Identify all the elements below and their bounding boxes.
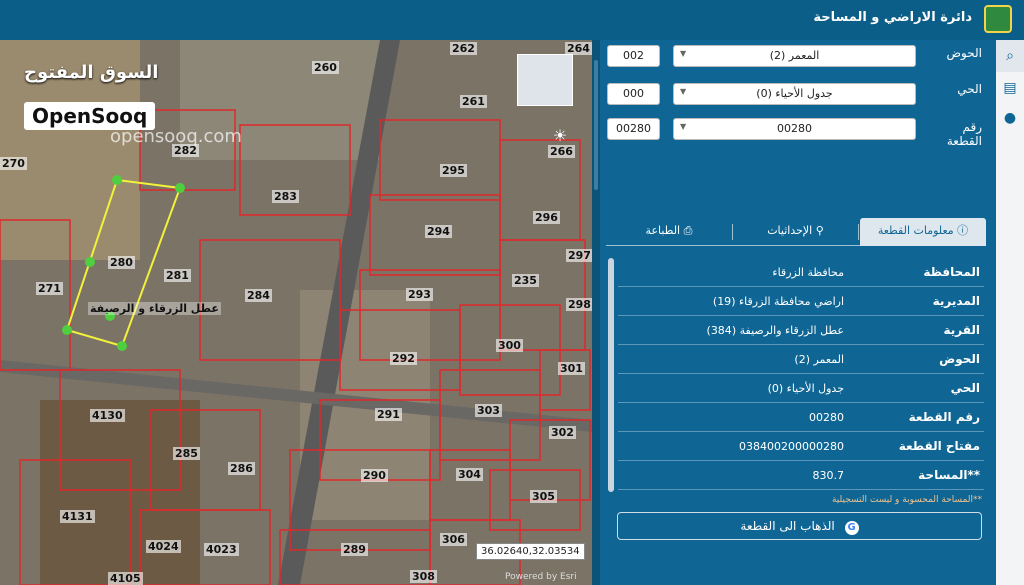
parcel-label: 281 xyxy=(164,269,191,282)
map-view[interactable]: السوق المفتوح OpenSooq opensooq.com ☀ 26… xyxy=(0,40,592,585)
info-row-parcel-key: مفتاح القطعة 038400200000280 xyxy=(618,433,984,461)
parcel-label: 266 xyxy=(548,145,575,158)
parcel-code-input[interactable]: 00280 xyxy=(607,118,660,140)
parcel-label: 308 xyxy=(410,570,437,583)
parcel-label: 282 xyxy=(172,144,199,157)
area-footnote: **المساحة المحسوبة و ليست التسجيلية xyxy=(831,495,982,505)
chevron-down-icon: ▼ xyxy=(680,87,687,96)
info-row-governorate: المحافظة محافظة الزرقاء xyxy=(618,259,984,287)
panel-scrollbar[interactable] xyxy=(594,60,598,190)
coordinate-readout: 36.02640,32.03534 xyxy=(476,543,585,560)
parcel-label: 4023 xyxy=(204,543,239,556)
tab-coordinates[interactable]: ⚲ الإحداثيات xyxy=(733,218,858,246)
info-row-directorate: المديرية اراضي محافظة الزرقاء (19) xyxy=(618,288,984,316)
basin-select[interactable]: ▼ المعمر (2) xyxy=(673,45,916,67)
tab-print[interactable]: ⎙ الطباعة xyxy=(606,218,732,246)
village-annotation: عطل الزرقاء و الرصيفة xyxy=(88,302,221,315)
district-code-input[interactable]: 000 xyxy=(607,83,660,105)
parcel-label: 4024 xyxy=(146,540,181,553)
parcel-label: 289 xyxy=(341,543,368,556)
parcel-label: 292 xyxy=(390,352,417,365)
info-icon: ⓘ xyxy=(957,224,969,237)
parcel-label: 261 xyxy=(460,95,487,108)
info-row-district: الحي جدول الأحياء (0) xyxy=(618,375,984,403)
parcel-label: 271 xyxy=(36,282,63,295)
parcel-label: 283 xyxy=(272,190,299,203)
parcel-label: 304 xyxy=(456,468,483,481)
chevron-down-icon: ▼ xyxy=(680,49,687,58)
parcel-label: 4131 xyxy=(60,510,95,523)
parcel-label: 270 xyxy=(0,157,27,170)
parcel-label: 235 xyxy=(512,274,539,287)
parcel-label: 285 xyxy=(173,447,200,460)
parcel-label: 294 xyxy=(425,225,452,238)
info-scrollbar[interactable] xyxy=(608,258,614,492)
parcel-label: 290 xyxy=(361,469,388,482)
basin-code-input[interactable]: 002 xyxy=(607,45,660,67)
district-select[interactable]: ▼ جدول الأحياء (0) xyxy=(673,83,916,105)
watermark-arabic: السوق المفتوح xyxy=(24,62,159,83)
parcel-label: 300 xyxy=(496,339,523,352)
info-row-village: القرية عطل الزرقاء والرصيفة (384) xyxy=(618,317,984,345)
search-icon[interactable]: ⌕ xyxy=(996,40,1024,72)
app-title: دائرة الاراضي و المساحة xyxy=(813,10,972,25)
parcel-label: 296 xyxy=(533,211,560,224)
info-row-area: **المساحة 830.7 xyxy=(618,462,984,490)
panel-tabs: ⓘ معلومات القطعة ⚲ الإحداثيات ⎙ الطباعة xyxy=(606,218,986,246)
right-rail: ⌕ ▤ ● xyxy=(996,40,1024,585)
parcel-label: 293 xyxy=(406,288,433,301)
tab-parcel-info[interactable]: ⓘ معلومات القطعة xyxy=(860,218,986,246)
info-row-basin: الحوض المعمر (2) xyxy=(618,346,984,374)
chevron-down-icon: ▼ xyxy=(680,122,687,131)
parcel-label: 301 xyxy=(558,362,585,375)
parcel-label: 305 xyxy=(530,490,557,503)
parcel-label: 303 xyxy=(475,404,502,417)
parcel-label: 260 xyxy=(312,61,339,74)
parcel-label: 280 xyxy=(108,256,135,269)
go-to-parcel-button[interactable]: G الذهاب الى القطعة xyxy=(617,512,982,540)
layers-icon[interactable]: ▤ xyxy=(1000,78,1020,98)
tab-separator xyxy=(858,224,859,240)
person-pin-icon: ⚲ xyxy=(815,224,824,237)
parcel-select[interactable]: ▼ 00280 xyxy=(673,118,916,140)
printer-icon: ⎙ xyxy=(683,224,693,237)
parcel-label: 284 xyxy=(245,289,272,302)
parcel-label: 295 xyxy=(440,164,467,177)
info-row-parcel-number: رقم القطعة 00280 xyxy=(618,404,984,432)
parcel-label: رقم القطعة xyxy=(946,120,982,148)
parcel-label: 264 xyxy=(565,42,592,55)
parcel-label: 4105 xyxy=(108,572,143,585)
district-label: الحي xyxy=(957,82,982,96)
parcel-label: 298 xyxy=(566,298,592,311)
google-icon: G xyxy=(844,521,859,535)
parcel-label: 4130 xyxy=(90,409,125,422)
parcel-label: 286 xyxy=(228,462,255,475)
parcel-label: 297 xyxy=(566,249,592,262)
tab-separator xyxy=(732,224,733,240)
overview-minimap[interactable] xyxy=(517,54,573,106)
location-pin-icon[interactable]: ● xyxy=(1000,108,1020,128)
dls-logo xyxy=(984,5,1012,33)
top-bar: دائرة الاراضي و المساحة xyxy=(0,0,1024,40)
map-attribution: Powered by Esri xyxy=(505,572,577,582)
basin-label: الحوض xyxy=(946,46,982,60)
parcel-label: 306 xyxy=(440,533,467,546)
parcel-label: 291 xyxy=(375,408,402,421)
parcel-label: 302 xyxy=(549,426,576,439)
parcel-label: 262 xyxy=(450,42,477,55)
